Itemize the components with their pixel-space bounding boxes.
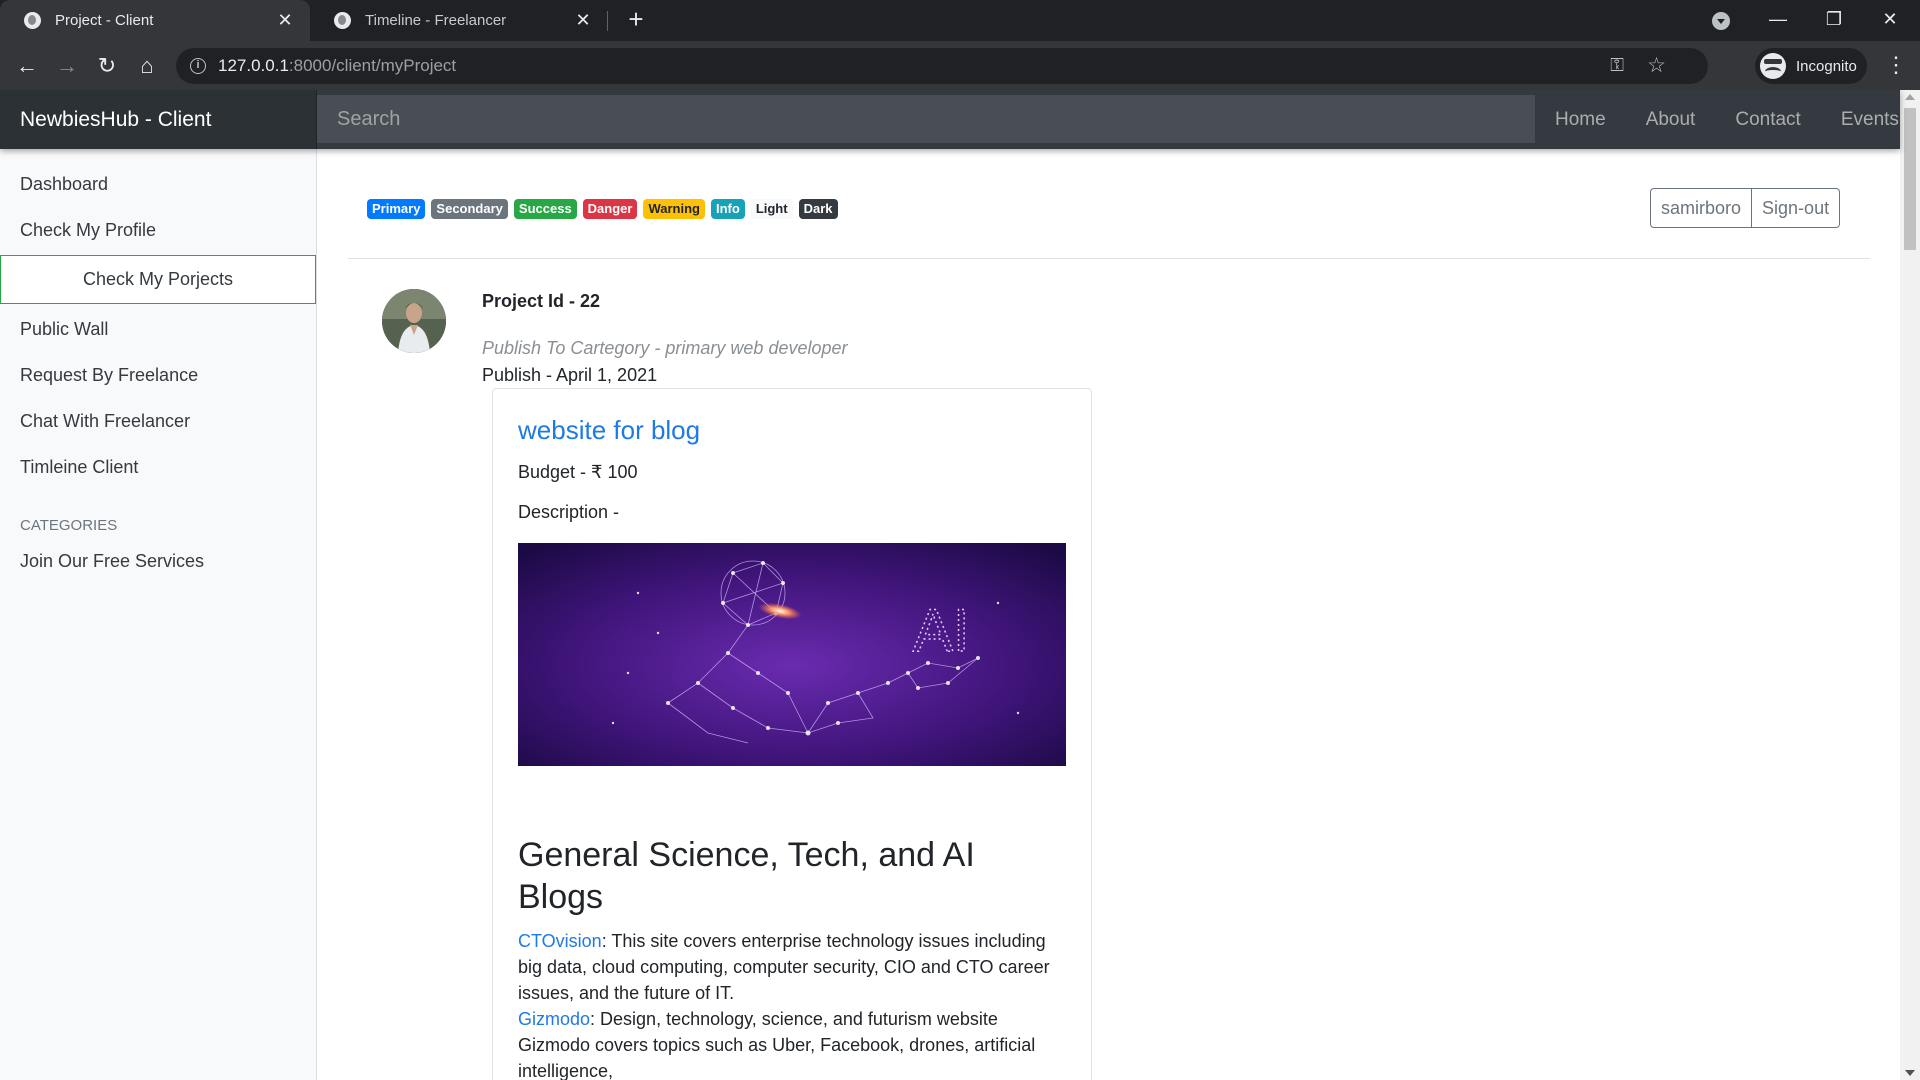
new-tab-icon[interactable]: +	[622, 6, 650, 34]
url-host: 127.0.0.1	[218, 56, 289, 75]
sidebar-item-projects[interactable]: Check My Porjects	[0, 255, 316, 304]
nav-about-link[interactable]: About	[1626, 109, 1716, 131]
scroll-down-icon[interactable]	[1905, 1070, 1915, 1076]
globe-icon	[334, 12, 351, 29]
incognito-icon	[1760, 53, 1786, 79]
sidebar-item-timeline[interactable]: Timleine Client	[0, 444, 316, 490]
nav-links: Home About Contact Events	[1535, 90, 1919, 149]
main-content: Primary Secondary Success Danger Warning…	[348, 149, 1870, 1080]
restore-icon[interactable]: ❐	[1806, 0, 1862, 41]
home-icon[interactable]: ⌂	[131, 50, 163, 82]
sidebar-item-public-wall[interactable]: Public Wall	[0, 306, 316, 352]
username-button[interactable]: samirboro	[1650, 188, 1753, 228]
user-button-group: samirboro Sign-out	[1650, 188, 1841, 228]
site-info-icon[interactable]: i	[190, 58, 206, 74]
blog-text-gizmodo: : Design, technology, science, and futur…	[518, 1009, 1036, 1080]
blog-link-ctovision[interactable]: CTOvision	[518, 931, 602, 951]
browser-tab-inactive[interactable]: Timeline - Freelancer ✕	[310, 0, 608, 41]
nav-home-link[interactable]: Home	[1535, 109, 1626, 131]
badge-secondary: Secondary	[431, 199, 508, 219]
url-path: :8000/client/myProject	[288, 56, 457, 75]
tab-search-icon[interactable]	[1712, 12, 1730, 30]
minimize-icon[interactable]: —	[1750, 0, 1806, 41]
project-publish-date: Publish - April 1, 2021	[482, 365, 658, 385]
project-title-link[interactable]: website for blog	[518, 415, 1066, 446]
search-input[interactable]	[317, 95, 1535, 143]
key-icon[interactable]: ⚿	[1610, 55, 1624, 76]
profile-label: Incognito	[1796, 57, 1857, 75]
blog-entries: CTOvision: This site covers enterprise t…	[518, 928, 1066, 1080]
window-close-icon[interactable]: ✕	[1862, 0, 1918, 41]
tab-title: Project - Client	[55, 12, 154, 29]
reload-icon[interactable]: ↻	[91, 50, 123, 82]
image-ai-text: AI	[913, 597, 970, 664]
address-bar[interactable]: i 127.0.0.1:8000/client/myProject ⚿ ☆	[176, 48, 1708, 84]
badge-light: Light	[750, 199, 793, 219]
browser-tab-active[interactable]: Project - Client ✕	[0, 0, 310, 41]
globe-icon	[24, 12, 41, 29]
sidebar-item-requests[interactable]: Request By Freelance	[0, 352, 316, 398]
menu-icon[interactable]: ⋮	[1884, 50, 1908, 82]
project-image: AI	[518, 543, 1066, 766]
badge-dark: Dark	[798, 199, 838, 219]
brand-logo[interactable]: NewbiesHub - Client	[0, 90, 317, 149]
blog-link-gizmodo[interactable]: Gizmodo	[518, 1009, 590, 1029]
url-text: 127.0.0.1:8000/client/myProject	[218, 56, 456, 76]
badge-danger: Danger	[582, 199, 638, 219]
browser-tabstrip: Project - Client ✕ Timeline - Freelancer…	[0, 0, 1920, 41]
incognito-badge[interactable]: Incognito	[1755, 48, 1867, 84]
page-scrollbar[interactable]	[1900, 90, 1920, 1080]
badge-info: Info	[710, 199, 745, 219]
signout-button[interactable]: Sign-out	[1752, 188, 1841, 228]
star-icon[interactable]: ☆	[1647, 53, 1666, 78]
project-budget: Budget - ₹ 100	[518, 462, 638, 482]
nav-events-link[interactable]: Events	[1821, 109, 1919, 131]
sidebar-item-free-services[interactable]: Join Our Free Services	[0, 538, 316, 584]
categories-heading: CATEGORIES	[20, 517, 118, 534]
avatar	[382, 289, 446, 353]
sidebar-item-profile[interactable]: Check My Profile	[0, 207, 316, 253]
top-navbar: NewbiesHub - Client Home About Contact E…	[0, 90, 1900, 149]
badge-row: Primary Secondary Success Danger Warning…	[367, 199, 844, 219]
project-category: Publish To Cartegory - primary web devel…	[482, 338, 848, 358]
badge-primary: Primary	[367, 199, 426, 219]
project-id: Project Id - 22	[482, 291, 601, 311]
sidebar: Dashboard Check My Profile Check My Porj…	[0, 149, 317, 1080]
close-icon[interactable]: ✕	[274, 10, 296, 31]
badge-warning: Warning	[643, 199, 705, 219]
project-description-label: Description -	[518, 502, 620, 522]
tab-divider	[607, 11, 608, 31]
avatar-photo	[382, 289, 446, 353]
sidebar-item-chat[interactable]: Chat With Freelancer	[0, 398, 316, 444]
nav-contact-link[interactable]: Contact	[1715, 109, 1820, 131]
browser-toolbar: ← → ↻ ⌂ i 127.0.0.1:8000/client/myProjec…	[0, 41, 1920, 90]
back-icon[interactable]: ←	[11, 50, 43, 82]
badge-success: Success	[513, 199, 577, 219]
tab-title: Timeline - Freelancer	[365, 12, 507, 29]
sidebar-item-dashboard[interactable]: Dashboard	[0, 161, 316, 207]
project-card: website for blog Budget - ₹ 100 Descript…	[492, 388, 1092, 1080]
content-header: Primary Secondary Success Danger Warning…	[348, 149, 1870, 259]
page-viewport: NewbiesHub - Client Home About Contact E…	[0, 90, 1920, 1080]
forward-icon[interactable]: →	[51, 50, 83, 82]
blog-heading: General Science, Tech, and AI Blogs	[518, 836, 975, 916]
close-icon[interactable]: ✕	[572, 10, 594, 31]
